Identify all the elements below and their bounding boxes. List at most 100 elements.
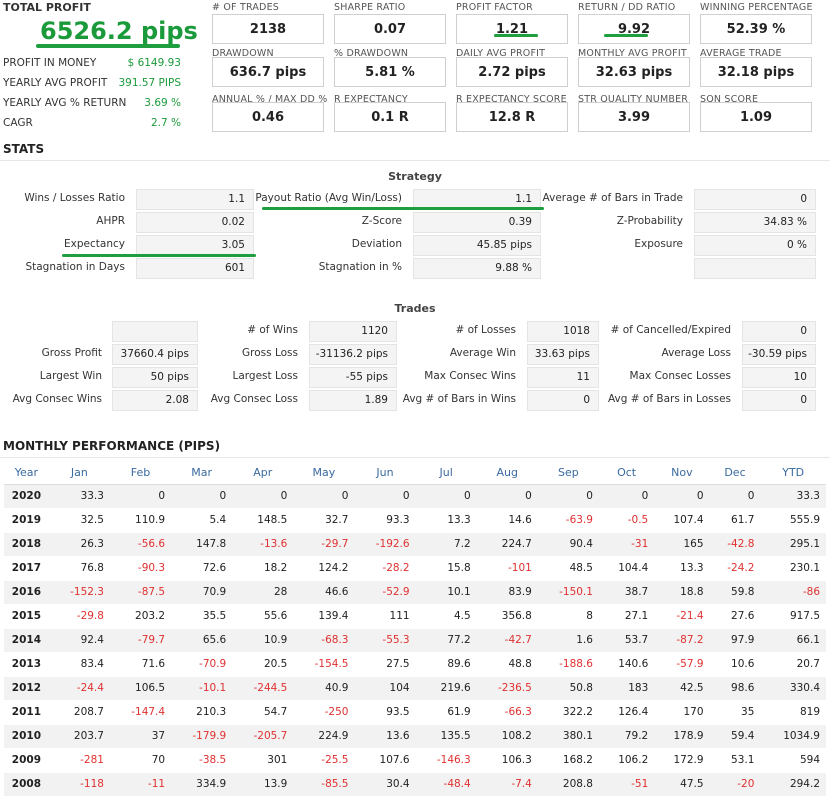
month-cell: 97.9: [709, 628, 761, 653]
column-header[interactable]: Sep: [537, 461, 599, 485]
month-cell: 135.5: [415, 724, 477, 749]
month-cell: 208.7: [48, 700, 110, 725]
month-cell: 47.5: [654, 772, 710, 796]
table-row: 2020 33.3 0 0 0 0 0 0 0 0 0 0 0 33.3: [4, 484, 826, 509]
month-cell: -13.6: [232, 532, 294, 557]
month-cell: 76.8: [48, 556, 110, 581]
highlight-underline: [262, 207, 544, 210]
month-cell: 555.9: [760, 508, 826, 533]
column-header[interactable]: Year: [4, 461, 49, 485]
month-cell: -87.2: [654, 628, 710, 653]
month-cell: 165: [654, 532, 710, 557]
year-cell: 2010: [4, 724, 49, 749]
month-cell: 110.9: [109, 508, 172, 533]
month-cell: 0: [171, 484, 233, 509]
metric-label: # OF TRADES: [212, 2, 280, 13]
divider: [0, 457, 830, 458]
summary-value: 3.69 %: [144, 97, 181, 109]
month-cell: 294.2: [760, 772, 826, 796]
month-cell: 330.4: [760, 676, 826, 701]
metric-label: WINNING PERCENTAGE: [700, 2, 813, 13]
month-cell: 55.6: [232, 604, 294, 629]
month-cell: 917.5: [760, 604, 826, 629]
month-cell: 70.9: [171, 580, 233, 605]
column-header[interactable]: Jul: [415, 461, 477, 485]
metric-value: 0.1 R: [334, 102, 446, 132]
yearly-avg-return-row: YEARLY AVG % RETURN 3.69 %: [3, 97, 181, 109]
highlight-underline: [62, 254, 256, 257]
year-cell: 2016: [4, 580, 49, 605]
month-cell: -63.9: [537, 508, 599, 533]
month-cell: -29.7: [293, 532, 355, 557]
stat-value: 0: [742, 321, 816, 342]
column-header[interactable]: May: [293, 461, 355, 485]
month-cell: 140.6: [598, 652, 655, 677]
month-cell: 32.7: [293, 508, 355, 533]
column-header[interactable]: Nov: [654, 461, 710, 485]
month-cell: 50.8: [537, 676, 599, 701]
month-cell: 18.2: [232, 556, 294, 581]
month-cell: 30.4: [354, 772, 416, 796]
month-cell: 92.4: [48, 628, 110, 653]
month-cell: -21.4: [654, 604, 710, 629]
month-cell: 168.2: [537, 748, 599, 773]
month-cell: 334.9: [171, 772, 233, 796]
column-header[interactable]: Feb: [109, 461, 172, 485]
month-cell: 27.5: [354, 652, 416, 677]
table-row: 2010 203.7 37 -179.9 -205.7 224.9 13.6 135.5 108…: [4, 724, 826, 749]
column-header[interactable]: Oct: [598, 461, 655, 485]
month-cell: 98.6: [709, 676, 761, 701]
month-cell: 203.7: [48, 724, 110, 749]
month-cell: -192.6: [354, 532, 416, 557]
column-header[interactable]: YTD: [760, 461, 826, 485]
month-cell: -147.4: [109, 700, 172, 725]
column-header[interactable]: Jun: [354, 461, 416, 485]
strategy-title: Strategy: [388, 170, 442, 183]
month-cell: 819: [760, 700, 826, 725]
table-row: 2015 -29.8 203.2 35.5 55.6 139.4 111 4.5 356.8 8 2…: [4, 604, 826, 629]
stat-value: 9.88 %: [413, 258, 541, 279]
yearly-avg-profit-row: YEARLY AVG PROFIT 391.57 PIPS: [3, 77, 181, 89]
month-cell: 26.3: [48, 532, 110, 557]
month-cell: 8: [537, 604, 599, 629]
month-cell: 322.2: [537, 700, 599, 725]
column-header[interactable]: Jan: [48, 461, 110, 485]
metric-value: 52.39 %: [700, 14, 812, 44]
column-header[interactable]: Mar: [171, 461, 233, 485]
month-cell: -24.4: [48, 676, 110, 701]
month-cell: -205.7: [232, 724, 294, 749]
column-header[interactable]: Aug: [476, 461, 538, 485]
month-cell: 4.5: [415, 604, 477, 629]
month-cell: 356.8: [476, 604, 538, 629]
column-header[interactable]: Dec: [709, 461, 761, 485]
month-cell: 0: [415, 484, 477, 509]
month-cell: -179.9: [171, 724, 233, 749]
year-cell: 2009: [4, 748, 49, 773]
metric-value: 3.99: [578, 102, 690, 132]
summary-value: 2.7 %: [150, 117, 181, 129]
month-cell: 10.1: [415, 580, 477, 605]
month-cell: 224.9: [293, 724, 355, 749]
month-cell: 83.9: [476, 580, 538, 605]
month-cell: 53.1: [709, 748, 761, 773]
summary-value: $ 6149.93: [127, 57, 181, 69]
month-cell: -28.2: [354, 556, 416, 581]
month-cell: 93.3: [354, 508, 416, 533]
month-cell: 0: [709, 484, 761, 509]
month-cell: 27.6: [709, 604, 761, 629]
month-cell: 139.4: [293, 604, 355, 629]
stat-value: 0: [742, 390, 816, 411]
month-cell: -85.5: [293, 772, 355, 796]
summary-label: PROFIT IN MONEY: [3, 57, 97, 69]
year-cell: 2014: [4, 628, 49, 653]
month-cell: 210.3: [171, 700, 233, 725]
stats-title: STATS: [3, 142, 45, 156]
month-cell: 48.5: [537, 556, 599, 581]
month-cell: -250: [293, 700, 355, 725]
metric-label: SHARPE RATIO: [334, 2, 406, 13]
month-cell: 48.8: [476, 652, 538, 677]
metric-value: 0.07: [334, 14, 446, 44]
month-cell: -51: [598, 772, 655, 796]
table-row: 2016 -152.3 -87.5 70.9 28 46.6 -52.9 10.1 83.9 -1…: [4, 580, 826, 605]
column-header[interactable]: Apr: [232, 461, 294, 485]
